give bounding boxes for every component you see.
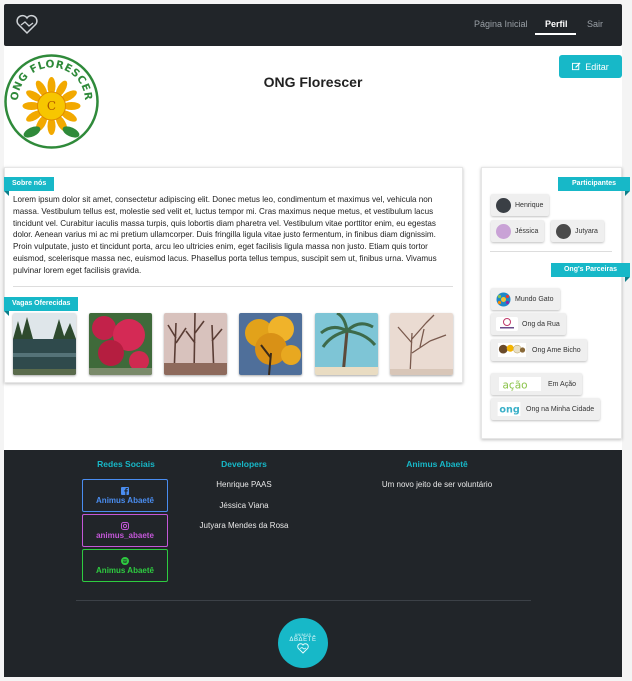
about-heading: Sobre nós — [4, 177, 55, 196]
participant-chip-henrique[interactable]: Henrique — [491, 194, 550, 216]
participants-heading: Participantes — [558, 177, 630, 196]
em-acao-logo-icon: ação — [499, 377, 541, 391]
facebook-label: Animus Abaetê — [96, 495, 154, 505]
vaga-photo-winter-tree[interactable] — [390, 313, 453, 375]
vagas-heading: Vagas Oferecidas — [4, 297, 79, 316]
em-acao-logo-text: ação — [503, 379, 528, 391]
cat-paw-logo-icon — [496, 292, 511, 306]
edit-button-label: Editar — [585, 61, 609, 72]
participant-avatar — [496, 223, 511, 239]
participant-avatar — [556, 223, 571, 239]
partner-name: Ong na Minha Cidade — [526, 405, 595, 413]
instagram-label: animus_abaete — [96, 530, 154, 540]
about-text: Lorem ipsum dolor sit amet, consectetur … — [13, 195, 437, 275]
developer-name: Henrique PAAS — [216, 480, 272, 489]
partner-name: Mundo Gato — [515, 295, 554, 303]
navbar: Página Inicial Perfil Sair — [4, 4, 622, 46]
active-tab-indicator — [535, 33, 576, 35]
vaga-photo-palm-tree[interactable] — [315, 313, 378, 375]
facebook-link[interactable]: Animus Abaetê — [82, 479, 168, 512]
spotify-link[interactable]: Animus Abaetê — [82, 549, 168, 582]
vaga-photo-red-flowers[interactable] — [89, 313, 152, 375]
nav-link-profile[interactable]: Perfil — [545, 19, 568, 29]
partner-chip-mundo-gato[interactable]: Mundo Gato — [491, 288, 560, 310]
spotify-icon — [121, 556, 129, 565]
svg-text:C: C — [47, 99, 56, 113]
divider — [13, 286, 453, 287]
ong-da-rua-logo-icon — [496, 317, 518, 331]
partner-chip-em-acao[interactable]: ação Em Ação — [491, 373, 583, 395]
divider — [490, 251, 612, 252]
vaga-photo-lake[interactable] — [13, 313, 76, 375]
participant-name: Jéssica — [515, 227, 539, 235]
partner-name: Em Ação — [548, 380, 577, 388]
ame-bicho-logo-icon — [498, 343, 526, 357]
facebook-icon — [121, 486, 129, 495]
ong-logo-text: ong — [499, 405, 519, 416]
page: Página Inicial Perfil Sair ONG FLORESCER — [0, 0, 632, 681]
instagram-icon — [121, 521, 129, 530]
edit-profile-button[interactable]: Editar — [559, 55, 622, 78]
handshake-heart-icon[interactable] — [14, 12, 40, 38]
ong-na-minha-cidade-logo-icon: ong — [497, 402, 521, 416]
partner-name: Ong Ame Bicho — [532, 346, 581, 354]
developers-heading: Developers — [221, 459, 267, 469]
spotify-label: Animus Abaetê — [96, 565, 154, 575]
brand-tagline: Um novo jeito de ser voluntário — [381, 480, 493, 489]
participant-avatar — [496, 197, 511, 213]
edit-icon — [572, 62, 581, 71]
nav-link-logout[interactable]: Sair — [587, 19, 603, 29]
partner-chip-ong-na-minha-cidade[interactable]: ong Ong na Minha Cidade — [491, 398, 601, 420]
brand-heading: Animus Abaetê — [406, 459, 468, 469]
developer-name: Jutyara Mendes da Rosa — [199, 521, 289, 530]
org-name: ONG Florescer — [263, 74, 363, 90]
instagram-link[interactable]: animus_abaete — [82, 514, 168, 547]
participant-chip-jessica[interactable]: Jéssica — [491, 220, 545, 242]
partners-heading: Ong's Parceiras — [551, 263, 630, 282]
footer-divider — [76, 600, 531, 601]
social-heading: Redes Sociais — [97, 459, 155, 469]
participant-name: Henrique — [515, 201, 544, 209]
partner-chip-ong-ame-bicho[interactable]: Ong Ame Bicho — [491, 339, 587, 361]
vaga-photo-yellow-tree[interactable] — [239, 313, 302, 375]
participant-name: Jutyara — [575, 227, 598, 235]
partner-name: Ong da Rua — [522, 320, 560, 328]
partner-chip-ong-da-rua[interactable]: Ong da Rua — [491, 313, 566, 335]
footer-brand-logo[interactable]: ANIMUS ΔΒΔΕΤÊ — [278, 618, 328, 668]
heart-hands-icon — [297, 642, 309, 654]
developer-name: Jéssica Viana — [219, 501, 269, 510]
nav-link-home[interactable]: Página Inicial — [474, 19, 528, 29]
participant-chip-jutyara[interactable]: Jutyara — [551, 220, 604, 242]
org-avatar-logo: ONG FLORESCER C — [4, 54, 99, 149]
vaga-photo-bare-trees[interactable] — [164, 313, 227, 375]
